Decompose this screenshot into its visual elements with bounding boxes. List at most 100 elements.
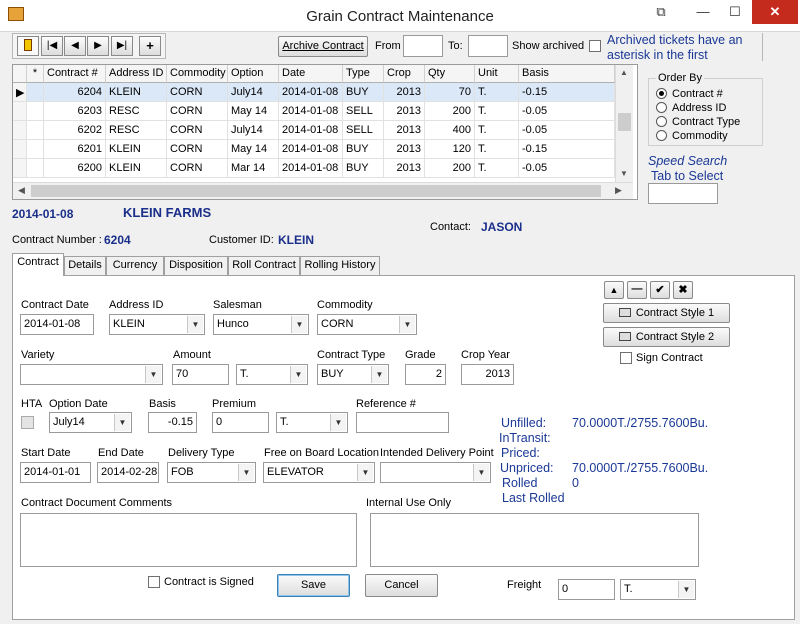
minus-icon[interactable]: — xyxy=(627,281,647,299)
intended-delivery-select[interactable]: ▼ xyxy=(380,462,491,483)
archive-contract-button[interactable]: Archive Contract xyxy=(278,36,368,57)
salesman-select[interactable]: Hunco ▼ xyxy=(213,314,309,335)
exit-icon[interactable] xyxy=(17,36,39,56)
order-by-commodity-radio[interactable] xyxy=(656,130,667,141)
order-by-contract-radio[interactable] xyxy=(656,88,667,99)
chevron-down-icon: ▼ xyxy=(290,366,306,383)
grid-vertical-scrollbar[interactable]: ▲ ▼ xyxy=(615,65,633,182)
show-archived-checkbox[interactable] xyxy=(589,40,601,52)
grid-header-date[interactable]: Date xyxy=(279,65,343,83)
grid-header-unit[interactable]: Unit xyxy=(475,65,519,83)
freight-input[interactable]: 0 xyxy=(558,579,615,600)
rolled-value: 0 xyxy=(572,476,579,490)
hta-checkbox[interactable] xyxy=(21,416,34,429)
grade-label: Grade xyxy=(405,349,436,361)
tab-rolling-history[interactable]: Rolling History xyxy=(300,256,380,275)
tab-details[interactable]: Details xyxy=(64,256,106,275)
scroll-down-icon[interactable]: ▼ xyxy=(620,169,628,178)
grid-header-basis[interactable]: Basis xyxy=(519,65,615,83)
grid-header-contract[interactable]: Contract # xyxy=(44,65,106,83)
order-by-type-label[interactable]: Contract Type xyxy=(672,116,740,128)
hscroll-thumb[interactable] xyxy=(31,185,601,197)
option-date-select[interactable]: July14 ▼ xyxy=(49,412,132,433)
to-input[interactable] xyxy=(468,35,508,57)
crop-year-label: Crop Year xyxy=(461,349,510,361)
order-by-commodity-label[interactable]: Commodity xyxy=(672,130,728,142)
next-record-icon[interactable]: ▶ xyxy=(87,36,109,56)
unpriced-label: Unpriced: xyxy=(500,461,554,475)
internal-use-textarea[interactable] xyxy=(370,513,699,567)
crop-year-input[interactable]: 2013 xyxy=(461,364,514,385)
minimize-button[interactable]: — xyxy=(688,0,718,24)
cancel-button[interactable]: Cancel xyxy=(365,574,438,597)
premium-unit-select[interactable]: T. ▼ xyxy=(276,412,348,433)
from-input[interactable] xyxy=(403,35,443,57)
checkmark-icon[interactable]: ✔ xyxy=(650,281,670,299)
speed-search-input[interactable] xyxy=(648,183,718,204)
internal-use-label: Internal Use Only xyxy=(366,497,451,509)
contract-date-input[interactable]: 2014-01-08 xyxy=(20,314,94,335)
order-by-type-radio[interactable] xyxy=(656,116,667,127)
doc-comments-textarea[interactable] xyxy=(20,513,357,567)
doc-comments-label: Contract Document Comments xyxy=(21,497,172,509)
end-date-label: End Date xyxy=(98,447,144,459)
tab-contract[interactable]: Contract xyxy=(12,253,64,276)
delivery-type-select[interactable]: FOB ▼ xyxy=(167,462,256,483)
premium-input[interactable]: 0 xyxy=(212,412,269,433)
address-id-select[interactable]: KLEIN ▼ xyxy=(109,314,205,335)
basis-input[interactable]: -0.15 xyxy=(148,412,197,433)
variety-label: Variety xyxy=(21,349,55,361)
order-by-contract-label[interactable]: Contract # xyxy=(672,88,723,100)
grid-header-address[interactable]: Address ID xyxy=(106,65,167,83)
priced-label: Priced: xyxy=(501,446,540,460)
grid-header-commodity[interactable]: Commodity xyxy=(167,65,228,83)
last-record-icon[interactable]: ▶| xyxy=(111,36,133,56)
save-button[interactable]: Save xyxy=(277,574,350,597)
move-up-icon[interactable]: ▲ xyxy=(604,281,624,299)
sign-contract-checkbox[interactable] xyxy=(620,352,632,364)
customer-id-value: KLEIN xyxy=(278,233,314,247)
order-by-address-radio[interactable] xyxy=(656,102,667,113)
scroll-up-icon[interactable]: ▲ xyxy=(620,68,628,77)
grid-header-option[interactable]: Option xyxy=(228,65,279,83)
previous-record-icon[interactable]: ◀ xyxy=(64,36,86,56)
freight-unit-select[interactable]: T. ▼ xyxy=(620,579,696,600)
tab-roll-contract[interactable]: Roll Contract xyxy=(228,256,300,275)
amount-input[interactable]: 70 xyxy=(172,364,229,385)
amount-unit-select[interactable]: T. ▼ xyxy=(236,364,308,385)
variety-select[interactable]: ▼ xyxy=(20,364,163,385)
end-date-input[interactable]: 2014-02-28 xyxy=(97,462,159,483)
grid-header-qty[interactable]: Qty xyxy=(425,65,475,83)
start-date-input[interactable]: 2014-01-01 xyxy=(20,462,91,483)
order-by-address-label[interactable]: Address ID xyxy=(672,102,726,114)
close-button[interactable]: ✕ xyxy=(752,0,798,24)
commodity-select[interactable]: CORN ▼ xyxy=(317,314,417,335)
scroll-right-icon[interactable]: ▶ xyxy=(615,185,622,196)
salesman-label: Salesman xyxy=(213,299,262,311)
restore-extra-icon[interactable]: ⧉ xyxy=(648,0,674,24)
unfilled-value: 70.0000T./2755.7600Bu. xyxy=(572,416,709,430)
contract-style-2-button[interactable]: Contract Style 2 xyxy=(603,327,730,347)
grid-horizontal-scrollbar[interactable]: ◀ ▶ xyxy=(13,182,633,199)
grade-input[interactable]: 2 xyxy=(405,364,446,385)
window-title: Grain Contract Maintenance xyxy=(306,8,494,25)
contract-type-select[interactable]: BUY ▼ xyxy=(317,364,389,385)
reference-input[interactable] xyxy=(356,412,449,433)
from-label: From xyxy=(375,40,401,52)
order-by-title: Order By xyxy=(656,72,705,84)
grid-header-star[interactable]: * xyxy=(27,65,44,83)
fob-location-select[interactable]: ELEVATOR ▼ xyxy=(263,462,375,483)
row-indicator-icon: ▶ xyxy=(13,83,27,102)
tab-currency[interactable]: Currency xyxy=(106,256,164,275)
scroll-thumb[interactable] xyxy=(618,113,631,131)
maximize-button[interactable]: ☐ xyxy=(718,0,752,24)
delete-x-icon[interactable]: ✖ xyxy=(673,281,693,299)
first-record-icon[interactable]: |◀ xyxy=(41,36,63,56)
contract-signed-checkbox[interactable] xyxy=(148,576,160,588)
scroll-left-icon[interactable]: ◀ xyxy=(18,185,25,196)
grid-header-type[interactable]: Type xyxy=(343,65,384,83)
add-record-icon[interactable]: + xyxy=(139,36,161,56)
tab-disposition[interactable]: Disposition xyxy=(164,256,228,275)
grid-header-crop[interactable]: Crop xyxy=(384,65,425,83)
contract-style-1-button[interactable]: Contract Style 1 xyxy=(603,303,730,323)
